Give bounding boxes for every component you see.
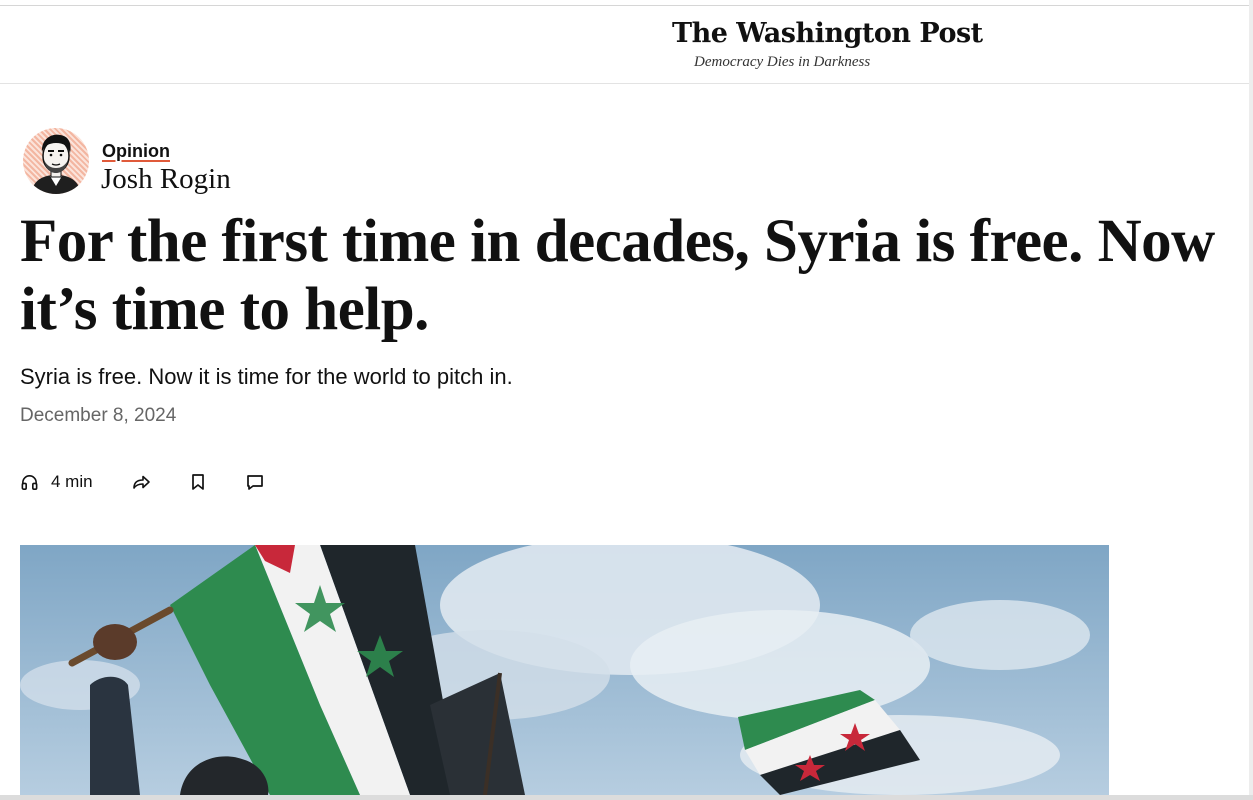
opinion-section-link[interactable]: Opinion	[102, 141, 170, 162]
author-avatar[interactable]	[23, 128, 89, 194]
share-button[interactable]	[131, 468, 151, 496]
hero-image[interactable]	[20, 545, 1109, 795]
save-button[interactable]	[189, 468, 207, 496]
bookmark-icon	[192, 474, 204, 490]
article-dek: Syria is free. Now it is time for the wo…	[20, 364, 513, 389]
listen-button[interactable]: 4 min	[20, 468, 93, 496]
comments-button[interactable]	[245, 468, 265, 496]
headphones-icon	[21, 474, 38, 490]
listen-duration: 4 min	[51, 472, 93, 491]
comment-icon	[247, 475, 263, 490]
site-logo[interactable]: The Washington Post	[672, 18, 983, 49]
article-headline: For the first time in decades, Syria is …	[20, 208, 1215, 343]
author-portrait-icon	[31, 134, 81, 194]
masthead: The Washington Post Democracy Dies in Da…	[0, 6, 1253, 84]
window-edge	[1249, 0, 1253, 800]
site-tagline: Democracy Dies in Darkness	[694, 54, 871, 70]
syria-flag-photo	[20, 545, 1109, 795]
bottom-divider	[0, 795, 1253, 800]
share-arrow-icon	[133, 475, 150, 489]
publish-date: December 8, 2024	[20, 405, 177, 426]
author-name-link[interactable]: Josh Rogin	[101, 163, 231, 196]
